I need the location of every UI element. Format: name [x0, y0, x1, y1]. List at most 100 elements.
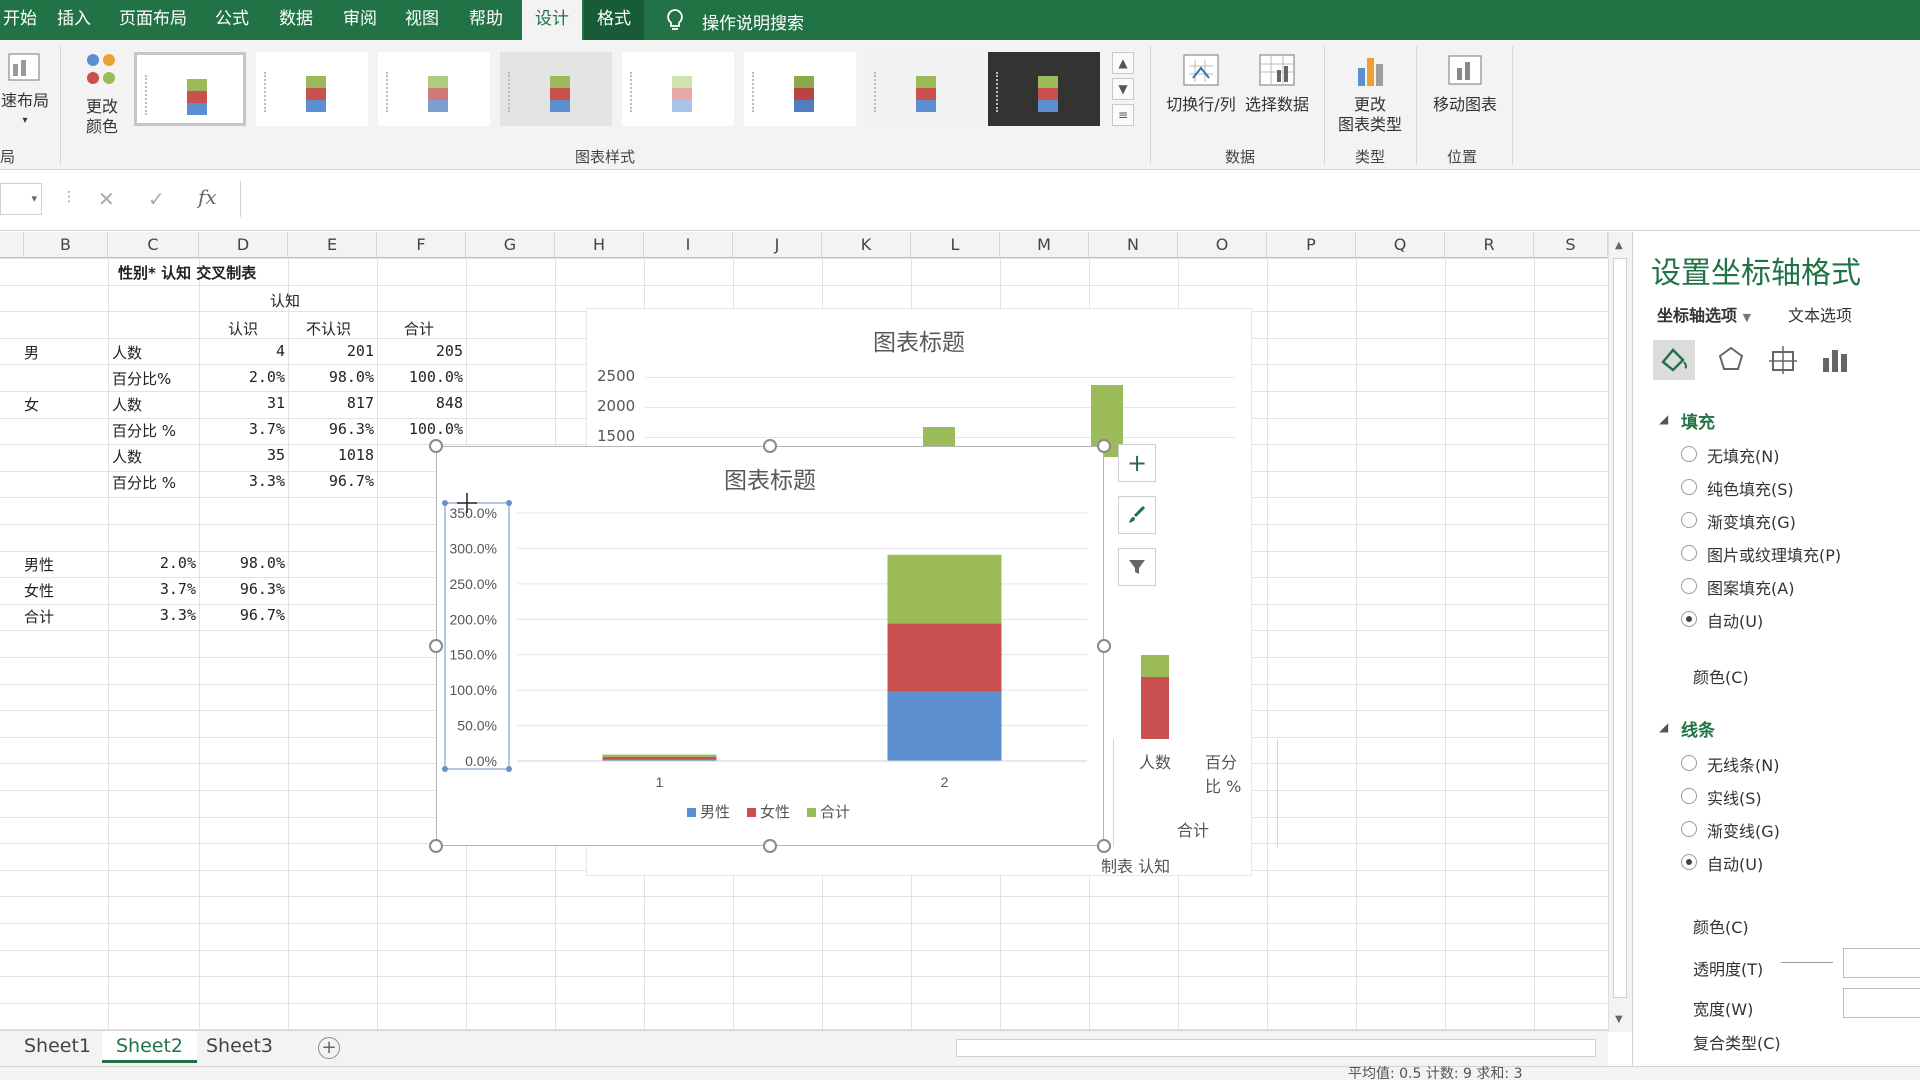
column-header-I[interactable]: I [644, 232, 733, 258]
row-label: 百分比% [112, 370, 172, 388]
chart-resize-handle[interactable] [763, 839, 777, 853]
ribbon-tab-8[interactable]: 设计 [522, 0, 582, 40]
column-header-R[interactable]: R [1445, 232, 1534, 258]
ribbon-tab-4[interactable]: 数据 [270, 0, 322, 40]
chart-resize-handle[interactable] [1097, 839, 1111, 853]
fill-radio[interactable] [1681, 479, 1697, 495]
fill-radio[interactable] [1681, 611, 1697, 627]
name-box[interactable]: ▾ [0, 183, 42, 215]
cancel-icon[interactable]: ✕ [98, 187, 115, 211]
horizontal-scrollbar[interactable] [956, 1039, 1596, 1057]
ribbon-tab-0[interactable]: 开始 [0, 0, 40, 40]
fill-radio[interactable] [1681, 545, 1697, 561]
move-chart-button[interactable]: 移动图表 [1422, 52, 1508, 115]
axis-options-icon[interactable] [1815, 340, 1855, 380]
chart-style-3[interactable] [378, 52, 490, 126]
column-header-E[interactable]: E [288, 232, 377, 258]
ribbon-tab-2[interactable]: 页面布局 [112, 0, 194, 40]
chart-elements-button[interactable]: + [1118, 444, 1156, 482]
transparency-input[interactable] [1843, 948, 1920, 978]
enter-icon[interactable]: ✓ [148, 187, 165, 211]
ribbon-tab-9[interactable]: 格式 [584, 0, 644, 40]
line-section-header[interactable]: 线条 [1681, 716, 1715, 741]
scroll-thumb[interactable] [1613, 258, 1627, 998]
line-radio[interactable] [1681, 854, 1697, 870]
tell-me-search[interactable]: 操作说明搜索 [702, 9, 804, 34]
chart-style-6[interactable] [744, 52, 856, 126]
fill-section-header[interactable]: 填充 [1681, 408, 1715, 433]
chart-resize-handle[interactable] [763, 439, 777, 453]
function-icon[interactable]: fx [198, 185, 217, 209]
column-header-C[interactable]: C [108, 232, 199, 258]
chart-style-8[interactable] [988, 52, 1100, 126]
select-data-button[interactable]: 选择数据 [1240, 52, 1314, 115]
column-header-F[interactable]: F [377, 232, 466, 258]
formula-input[interactable] [240, 181, 1920, 217]
vertical-scrollbar[interactable]: ▲ ▼ [1608, 232, 1632, 1032]
chart-style-5[interactable] [622, 52, 734, 126]
transparency-slider[interactable] [1781, 962, 1833, 963]
column-header-G[interactable]: G [466, 232, 555, 258]
line-radio[interactable] [1681, 821, 1697, 837]
column-header-L[interactable]: L [911, 232, 1000, 258]
chart-style-7[interactable] [866, 52, 978, 126]
column-header-P[interactable]: P [1267, 232, 1356, 258]
column-header-D[interactable]: D [199, 232, 288, 258]
column-header-M[interactable]: M [1000, 232, 1089, 258]
fill-section-header-collapse-icon[interactable]: ◢ [1659, 412, 1668, 426]
column-header-S[interactable]: S [1534, 232, 1608, 258]
ribbon-tab-1[interactable]: 插入 [48, 0, 100, 40]
ribbon-tab-3[interactable]: 公式 [206, 0, 258, 40]
background-chart-caption: 制表 认知 [1101, 857, 1171, 876]
chart-resize-handle[interactable] [1097, 439, 1111, 453]
cell-value: 35 [266, 446, 285, 464]
axis-options-tab[interactable]: 坐标轴选项 ▼ [1657, 302, 1751, 326]
column-header-O[interactable]: O [1178, 232, 1267, 258]
add-sheet-icon[interactable]: + [318, 1037, 340, 1059]
quick-layout-button[interactable]: 速布局 ▾ [0, 50, 50, 131]
sheet-tab-3[interactable]: Sheet3 [192, 1031, 287, 1063]
chart-resize-handle[interactable] [429, 839, 443, 853]
ribbon-tab-5[interactable]: 审阅 [334, 0, 386, 40]
change-chart-type-button[interactable]: 更改 图表类型 [1330, 52, 1410, 135]
width-input[interactable] [1843, 988, 1920, 1018]
chart-filters-button[interactable] [1118, 548, 1156, 586]
data-group-label: 数据 [1224, 148, 1255, 166]
background-chart-bar [1141, 677, 1169, 739]
ribbon-tab-7[interactable]: 帮助 [460, 0, 512, 40]
line-radio[interactable] [1681, 755, 1697, 771]
chart-style-4[interactable] [500, 52, 612, 126]
size-properties-icon[interactable] [1763, 340, 1803, 380]
cell-value: 3.3% [248, 472, 285, 490]
fill-radio[interactable] [1681, 446, 1697, 462]
text-options-tab[interactable]: 文本选项 [1788, 302, 1852, 326]
worksheet-grid[interactable]: BCDEFGHIJKLMNOPQRS 性别* 认知 交叉制表 认知 认识 不认识 合计男… [0, 232, 1608, 1032]
sheet-tab-2[interactable]: Sheet2 [102, 1031, 198, 1063]
gallery-more-button[interactable]: ≡ [1112, 104, 1134, 126]
chart-resize-handle[interactable] [429, 439, 443, 453]
column-header-N[interactable]: N [1089, 232, 1178, 258]
chart-resize-handle[interactable] [429, 639, 443, 653]
gallery-down-button[interactable]: ▼ [1112, 78, 1134, 100]
change-colors-button[interactable]: 更改 颜色 [72, 50, 132, 137]
selected-chart[interactable]: 图表标题 0.0% 50.0% 100.0% 150.0% 200.0% 250.0% 30… [436, 446, 1104, 846]
gallery-up-button[interactable]: ▲ [1112, 52, 1134, 74]
column-header-H[interactable]: H [555, 232, 644, 258]
fill-radio[interactable] [1681, 578, 1697, 594]
line-section-header-collapse-icon[interactable]: ◢ [1659, 720, 1668, 734]
column-header-Q[interactable]: Q [1356, 232, 1445, 258]
fill-line-icon[interactable] [1653, 340, 1695, 380]
chart-style-2[interactable] [256, 52, 368, 126]
sheet-tab-1[interactable]: Sheet1 [10, 1031, 105, 1063]
effects-icon[interactable] [1711, 340, 1751, 380]
column-header-J[interactable]: J [733, 232, 822, 258]
line-radio[interactable] [1681, 788, 1697, 804]
chart-styles-button[interactable] [1118, 496, 1156, 534]
column-header-B[interactable]: B [24, 232, 108, 258]
column-header-K[interactable]: K [822, 232, 911, 258]
fill-radio[interactable] [1681, 512, 1697, 528]
chart-style-1[interactable] [134, 52, 246, 126]
ribbon-tab-6[interactable]: 视图 [396, 0, 448, 40]
switch-row-col-button[interactable]: 切换行/列 [1160, 52, 1242, 115]
chart-resize-handle[interactable] [1097, 639, 1111, 653]
